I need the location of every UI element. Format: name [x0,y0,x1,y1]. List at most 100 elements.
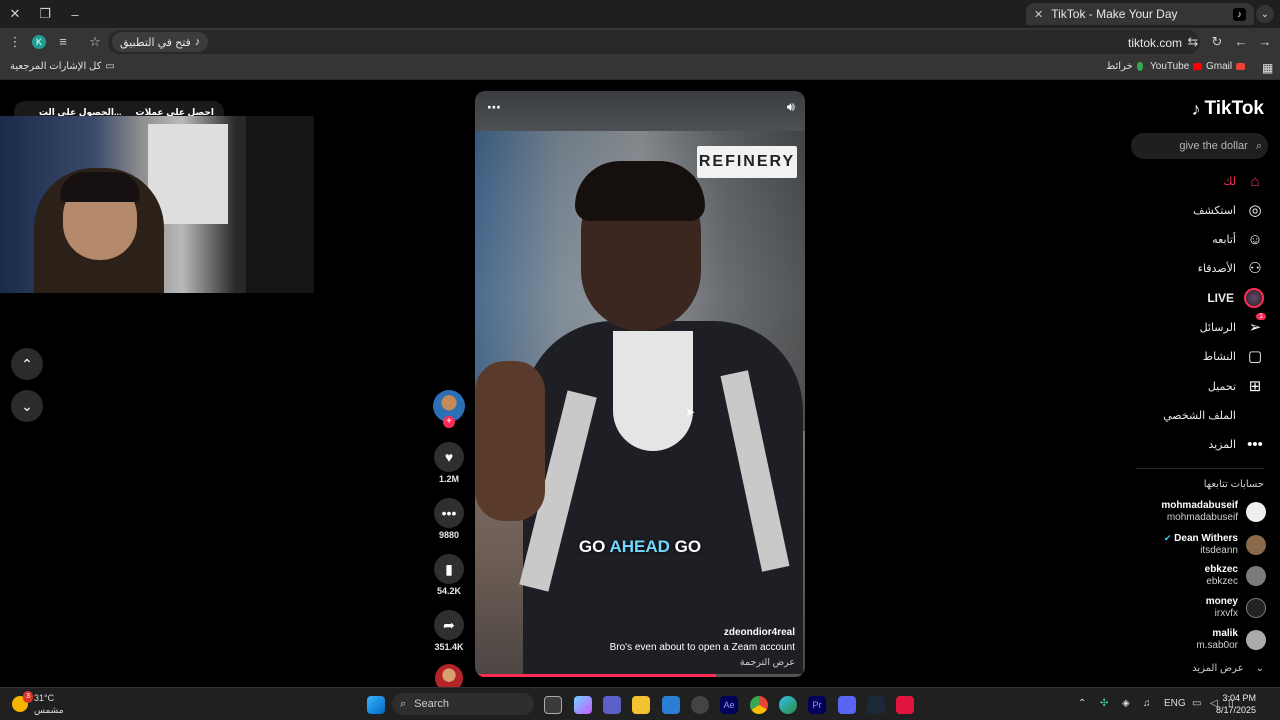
weather-widget[interactable]: 3 31°C مشمس [12,691,64,716]
taskbar-search[interactable]: ⌕ Search [392,693,534,715]
copilot-icon[interactable] [574,696,592,714]
bookmark-gmail[interactable]: Gmail [1206,61,1246,72]
video-player[interactable]: REFINERY ⋯ 🔊︎ ➤ GO AHEAD GO zdeondior4re… [475,91,805,677]
open-in-app-chip[interactable]: فتح في التطبيق ♪ [112,32,209,52]
steam-icon[interactable] [867,696,885,714]
reload-icon[interactable]: ↻ [1208,34,1226,50]
see-translation-link[interactable]: عرض الترجمة [610,655,795,670]
sidebar-item-messages[interactable]: الرسائل ➢ 1 [1200,313,1266,338]
volume-icon[interactable]: 🔊︎ [787,99,795,115]
video-person-hair [575,161,705,221]
sidebar-item-profile[interactable]: الملف الشخصي [1163,404,1264,426]
like-button[interactable]: ♥ [434,442,464,472]
menu-kebab-icon[interactable]: ⋮ [6,34,24,50]
following-account-handle: irxvfx [1214,608,1238,619]
sidebar-item-for-you-label: لك [1223,175,1236,188]
sidebar-item-friends-label: الأصدقاء [1197,262,1236,275]
sidebar-item-explore[interactable]: استكشف ◎ [1193,199,1264,221]
profile-avatar[interactable]: K [32,35,46,49]
following-account[interactable]: malik m.sab0or [1196,628,1266,652]
bookmark-star-icon[interactable]: ☆ [86,34,104,50]
store-icon[interactable] [662,696,680,714]
app-red-icon[interactable] [896,696,914,714]
sidebar-item-more[interactable]: المزيد ••• [1208,433,1264,455]
sidebar-item-following-label: أتابعه [1212,233,1236,246]
after-effects-icon[interactable]: Ae [720,696,738,714]
all-bookmarks[interactable]: كل الإشارات المرجعية ▭ [10,61,115,72]
folder-icon: ▭ [105,61,115,72]
clock[interactable]: 3:04 PM 8/17/2025 [1216,692,1256,716]
close-tab-icon[interactable]: ✕ [1034,8,1043,21]
media-controls-icon[interactable]: ≡ [54,34,72,49]
following-account-avatar [1246,598,1266,618]
tab-search-icon[interactable]: ⌄ [1256,5,1274,23]
video-author[interactable]: zdeondior4real [610,625,795,640]
sidebar-item-upload-label: تحميل [1207,380,1236,393]
see-more-following[interactable]: عرض المزيد ⌄ [1192,663,1264,674]
share-button[interactable]: ➦ [434,610,464,640]
close-window-icon[interactable]: ✕ [0,0,30,28]
bookmark-gmail-label: Gmail [1206,61,1233,72]
following-account[interactable]: ebkzec ebkzec [1205,564,1266,588]
chrome-icon[interactable] [750,696,768,714]
address-bar[interactable]: ☆ فتح في التطبيق ♪ tiktok.com ⇆ [89,30,1202,54]
network-icon[interactable]: ▭ [1192,698,1201,709]
search-icon[interactable]: ⌕ [1256,140,1262,153]
sidebar-item-activity[interactable]: النشاط ▢ [1203,345,1264,367]
discord-icon[interactable] [838,696,856,714]
save-button[interactable]: ▮ [434,554,464,584]
comment-button[interactable]: ••• [434,498,464,528]
sidebar-item-friends[interactable]: الأصدقاء ⚇ [1198,257,1264,279]
following-account[interactable]: mohmadabuseif mohmadabuseif [1161,500,1266,524]
tiktok-logo[interactable]: ♪ TikTok [1192,98,1264,120]
video-progress-fill [475,674,716,677]
video-progress-bar[interactable] [475,674,805,677]
upload-plus-icon: ⊞ [1248,378,1262,395]
sidebar-item-live[interactable]: LIVE [1207,287,1264,309]
premiere-icon[interactable]: Pr [808,696,826,714]
sidebar-item-following[interactable]: أتابعه ☺ [1212,228,1264,250]
restore-window-icon[interactable]: ❐ [30,0,60,28]
tray-shield-icon[interactable]: ◈ [1122,698,1130,709]
edge-icon[interactable] [779,696,797,714]
video-description: Bro's even about to open a Zeam account [609,642,795,653]
teams-icon[interactable] [603,696,621,714]
creator-avatar[interactable]: + [433,390,465,428]
minimize-window-icon[interactable]: – [60,0,90,28]
chevron-down-icon: ⌄ [21,397,33,414]
language-indicator[interactable]: ENG [1164,698,1186,709]
sidebar-item-for-you[interactable]: لك ⌂ [1223,170,1264,192]
friends-icon: ⚇ [1248,260,1262,277]
video-more-icon[interactable]: ⋯ [487,99,501,116]
tray-app-icon[interactable]: ✣ [1100,698,1108,709]
bookmark-maps[interactable]: خرائط [1106,61,1143,72]
site-settings-icon[interactable]: ⇆ [1184,34,1202,50]
following-account-avatar [1246,502,1266,522]
microphone-icon[interactable]: ♫ [1143,698,1151,709]
task-view-icon[interactable] [544,696,562,714]
all-bookmarks-label: كل الإشارات المرجعية [10,61,102,72]
sidebar-item-upload[interactable]: تحميل ⊞ [1208,375,1264,397]
bookmark-youtube[interactable]: YouTube [1150,61,1203,72]
search-placeholder: give the dollar [1179,140,1248,152]
file-explorer-icon[interactable] [632,696,650,714]
search-input[interactable]: give the dollar ⌕ [1131,133,1268,159]
clock-date: 8/17/2025 [1215,705,1256,715]
following-account-handle: m.sab0or [1196,640,1238,651]
tray-overflow-icon[interactable]: ⌃ [1078,698,1086,709]
caption-post: GO [669,537,702,556]
tab-tiktok[interactable]: ✕ TikTok - Make Your Day ♪ [1026,3,1254,25]
back-icon[interactable]: ← [1232,34,1250,49]
forward-icon[interactable]: → [1256,34,1274,49]
share-count: 351.4K [434,642,464,652]
following-account[interactable]: ✔ Dean Withers itsdeann [1164,532,1266,557]
start-windows-icon[interactable] [367,696,385,714]
previous-video-button[interactable]: ⌃ [11,348,43,380]
follow-plus-icon[interactable]: + [443,416,455,428]
app-icon[interactable] [691,696,709,714]
youtube-icon [1193,63,1203,70]
following-account[interactable]: money irxvfx [1206,596,1266,620]
apps-grid-icon[interactable]: ▦ [1262,61,1273,75]
activity-inbox-icon: ▢ [1247,348,1263,365]
next-video-button[interactable]: ⌄ [11,390,43,422]
